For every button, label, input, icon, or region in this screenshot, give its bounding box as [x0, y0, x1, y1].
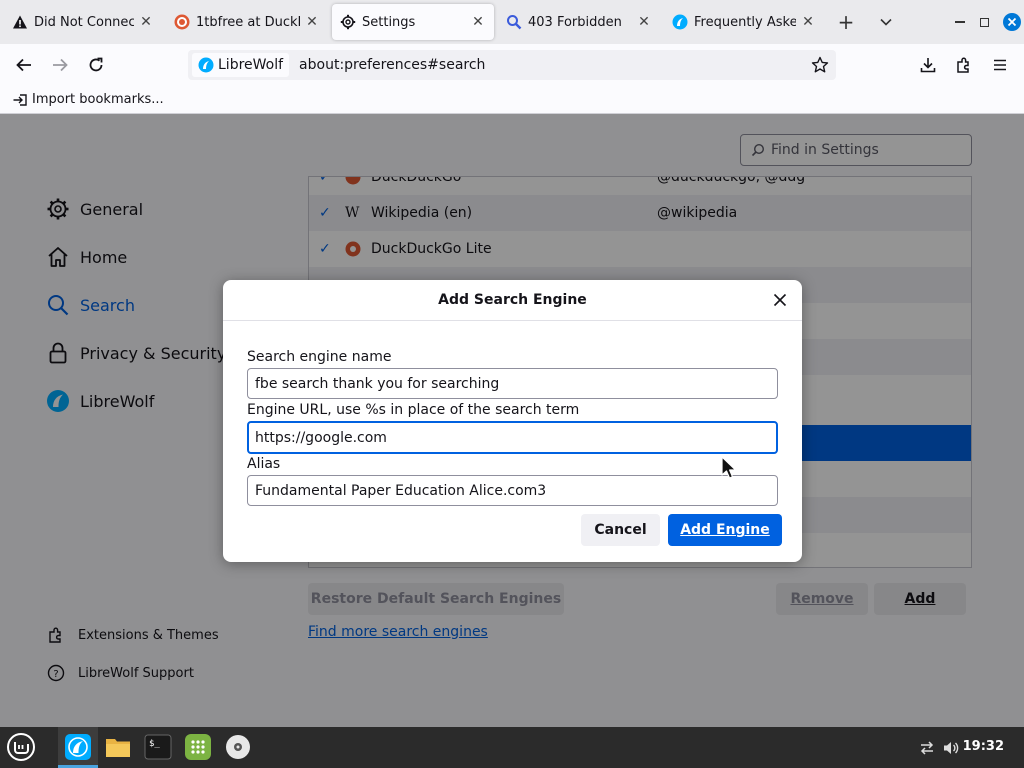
puzzle-icon	[957, 57, 969, 73]
close-icon[interactable]: ✕	[636, 14, 652, 30]
url-bar[interactable]: LibreWolf about:preferences#search	[188, 50, 836, 80]
librewolf-icon	[65, 734, 91, 760]
bookmark-star-button[interactable]	[810, 55, 830, 75]
navigation-toolbar: LibreWolf about:preferences#search	[0, 44, 1024, 86]
bookmarks-toolbar: Import bookmarks...	[0, 86, 1024, 114]
disc-icon	[226, 735, 250, 759]
close-window-button[interactable]	[998, 8, 1024, 36]
volume-icon	[944, 742, 959, 754]
import-bookmarks-label: Import bookmarks...	[32, 92, 164, 107]
close-icon[interactable]: ✕	[800, 14, 816, 30]
forward-button[interactable]	[46, 51, 74, 79]
tab-faq[interactable]: Frequently Asked ✕	[664, 4, 824, 40]
back-button[interactable]	[10, 51, 38, 79]
identity-box[interactable]: LibreWolf	[192, 53, 290, 77]
close-icon	[1003, 13, 1021, 31]
hamburger-icon	[994, 59, 1006, 71]
engine-name-input[interactable]: fbe search thank you for searching	[247, 368, 778, 399]
star-icon	[811, 56, 829, 73]
downloads-button[interactable]	[914, 51, 942, 79]
taskbar-media-player[interactable]	[222, 731, 254, 763]
minimize-icon	[955, 21, 965, 23]
maximize-button[interactable]	[970, 8, 998, 36]
duckduckgo-icon	[174, 14, 190, 30]
add-engine-confirm-button[interactable]: Add Engine	[668, 514, 782, 546]
engine-url-label: Engine URL, use %s in place of the searc…	[247, 402, 580, 418]
tab-403-forbidden[interactable]: 403 Forbidden ✕	[498, 4, 660, 40]
network-icon	[920, 741, 934, 755]
tab-strip: Did Not Connect: ✕ 1tbfree at DuckDu ✕ S…	[0, 0, 1024, 44]
dialog-header: Add Search Engine	[223, 280, 802, 321]
engine-url-input[interactable]: https://google.com	[247, 421, 778, 454]
import-icon	[12, 92, 28, 108]
mint-menu-icon	[7, 733, 35, 761]
dialog-title: Add Search Engine	[438, 292, 587, 308]
list-all-tabs-button[interactable]	[872, 8, 900, 36]
taskbar-librewolf[interactable]	[62, 731, 94, 763]
mouse-cursor-icon	[721, 456, 737, 479]
cancel-button[interactable]: Cancel	[581, 514, 660, 546]
volume-tray-button[interactable]	[942, 739, 960, 757]
reload-button[interactable]	[82, 51, 110, 79]
app-grid-icon	[185, 734, 211, 760]
close-icon[interactable]: ✕	[470, 14, 486, 30]
close-icon	[773, 293, 787, 307]
dialog-close-button[interactable]	[770, 290, 790, 310]
folder-icon	[106, 739, 130, 757]
identity-label: LibreWolf	[218, 57, 284, 73]
engine-url-value: https://google.com	[255, 429, 387, 446]
arrow-left-icon	[16, 58, 31, 72]
search-icon	[506, 14, 522, 30]
close-icon[interactable]: ✕	[304, 14, 320, 30]
alias-input[interactable]: Fundamental Paper Education Alice.com3	[247, 475, 778, 506]
import-bookmarks-link[interactable]: Import bookmarks...	[12, 92, 164, 108]
cancel-label: Cancel	[594, 522, 647, 538]
gear-icon	[340, 14, 356, 30]
maximize-icon	[979, 17, 989, 27]
tab-duckduckgo[interactable]: 1tbfree at DuckDu ✕	[166, 4, 328, 40]
warning-icon	[12, 14, 28, 30]
add-search-engine-dialog: Add Search Engine Search engine name fbe…	[223, 280, 802, 562]
tab-did-not-connect[interactable]: Did Not Connect: ✕	[4, 4, 162, 40]
tab-settings[interactable]: Settings ✕	[332, 4, 494, 40]
engine-name-label: Search engine name	[247, 349, 392, 365]
taskbar-file-manager[interactable]	[102, 731, 134, 763]
download-icon	[920, 58, 936, 73]
close-icon[interactable]: ✕	[138, 14, 154, 30]
chevron-down-icon	[880, 18, 892, 26]
add-engine-label: Add Engine	[680, 522, 770, 538]
extensions-button[interactable]	[950, 51, 978, 79]
librewolf-icon	[198, 57, 214, 73]
menu-button[interactable]	[986, 51, 1014, 79]
svg-text:$_: $_	[149, 739, 160, 749]
alias-value: Fundamental Paper Education Alice.com3	[255, 482, 547, 499]
terminal-icon: $_	[144, 734, 172, 760]
taskbar-terminal[interactable]: $_	[142, 731, 174, 763]
librewolf-icon	[672, 14, 688, 30]
taskbar-app-grid[interactable]	[182, 731, 214, 763]
reload-icon	[89, 57, 103, 72]
new-tab-button[interactable]: +	[832, 8, 860, 36]
alias-label: Alias	[247, 456, 281, 472]
taskbar: $_ 19:32	[0, 727, 1024, 768]
start-menu-button[interactable]	[5, 731, 37, 763]
clock[interactable]: 19:32	[963, 739, 1004, 754]
plus-icon: +	[837, 10, 855, 34]
engine-name-value: fbe search thank you for searching	[255, 375, 500, 392]
url-text[interactable]: about:preferences#search	[299, 57, 485, 73]
network-tray-button[interactable]	[918, 739, 936, 757]
arrow-right-icon	[53, 58, 68, 72]
